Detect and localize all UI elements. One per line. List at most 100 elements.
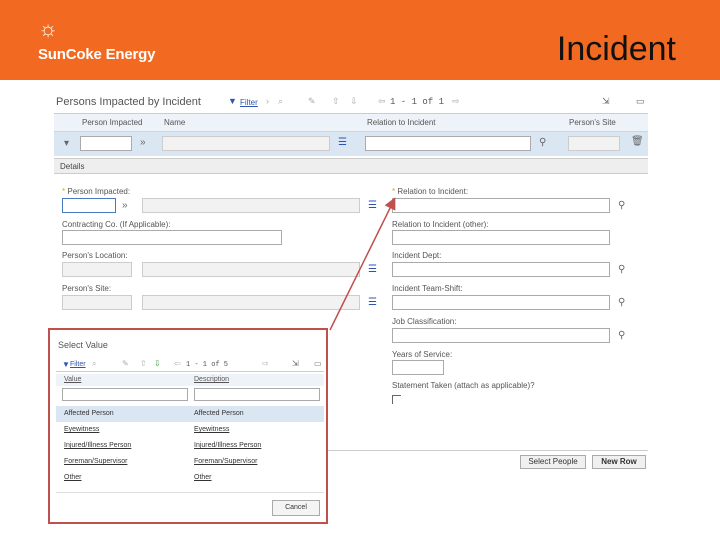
value-filter-input[interactable] <box>62 388 188 401</box>
list-item[interactable]: Other Other <box>56 470 324 486</box>
person-impacted-cell[interactable] <box>80 136 132 151</box>
relation-input[interactable] <box>392 198 610 213</box>
edit-icon[interactable]: ✎ <box>308 96 316 107</box>
relation-other-input[interactable] <box>392 230 610 245</box>
job-classification-label: Job Classification: <box>392 317 457 326</box>
next-page-icon[interactable]: ⇨ <box>262 359 269 368</box>
row-value[interactable]: Eyewitness <box>64 426 99 433</box>
statement-taken-checkbox[interactable] <box>392 395 401 404</box>
double-chevron-icon[interactable]: » <box>140 137 146 149</box>
window-icon[interactable]: ▭ <box>636 96 645 107</box>
details-bar: Details <box>54 158 648 174</box>
statement-taken-label: Statement Taken (attach as applicable)? <box>392 381 535 390</box>
section-header: Persons Impacted by Incident ▼ Filter › … <box>54 88 648 114</box>
arrow-down-icon[interactable]: ⇩ <box>350 96 358 107</box>
name-cell <box>162 136 330 151</box>
persons-location-code <box>62 262 132 277</box>
dialog-filter-row <box>56 386 324 404</box>
details-label: Details <box>60 162 85 171</box>
years-of-service-input[interactable] <box>392 360 444 375</box>
brand-name: SunCoke Energy <box>38 46 156 63</box>
filter-icon[interactable]: ▼ <box>62 360 70 369</box>
list-item[interactable]: Eyewitness Eyewitness <box>56 422 324 438</box>
row-description: Eyewitness <box>194 426 230 433</box>
persons-site-code <box>62 295 132 310</box>
grid-row: ▾ » ☰ ⚲ 🗑 <box>54 132 648 156</box>
section-title: Persons Impacted by Incident <box>56 96 201 108</box>
column-value[interactable]: Value <box>64 376 81 383</box>
slide-title: Incident <box>556 30 676 68</box>
list-item[interactable]: Affected Person Affected Person <box>56 406 324 422</box>
lookup-icon[interactable]: ⚲ <box>618 297 625 309</box>
row-description: Affected Person <box>194 410 244 417</box>
zoom-icon[interactable]: ⌕ <box>92 359 96 369</box>
dialog-grid-header: Value Description <box>56 374 324 386</box>
relation-label: * Relation to Incident: <box>392 187 469 196</box>
previous-page-icon[interactable]: ⇦ <box>174 359 181 368</box>
job-classification-input[interactable] <box>392 328 610 343</box>
lookup-icon[interactable]: ⚲ <box>618 330 625 342</box>
row-value[interactable]: Affected Person <box>64 410 114 417</box>
select-people-button[interactable]: Select People <box>520 455 586 469</box>
lookup-icon[interactable]: ⚲ <box>618 264 625 276</box>
contracting-co-label: Contracting Co. (If Applicable): <box>62 220 171 229</box>
zoom-icon[interactable]: ⌕ <box>278 96 283 107</box>
export-icon[interactable]: ⇲ <box>602 96 610 107</box>
filter-link[interactable]: Filter <box>240 98 258 107</box>
filter-icon[interactable]: ▼ <box>228 96 237 106</box>
new-row-button[interactable]: New Row <box>592 455 646 469</box>
sun-icon: ☼ <box>38 16 59 41</box>
window-icon[interactable]: ▭ <box>314 359 322 368</box>
row-value[interactable]: Foreman/Supervisor <box>64 458 127 465</box>
list-item[interactable]: Foreman/Supervisor Foreman/Supervisor <box>56 454 324 470</box>
dialog-toolbar: ▼ Filter ⌕ ✎ ⇧ ⇩ ⇦ 1 - 1 of 5 ⇨ ⇲ ▭ <box>56 358 324 372</box>
years-of-service-label: Years of Service: <box>392 350 453 359</box>
previous-page-icon[interactable]: ⇦ <box>378 96 386 107</box>
list-item[interactable]: Injured/Illness Person Injured/Illness P… <box>56 438 324 454</box>
person-impacted-label: * Person Impacted: <box>62 187 131 196</box>
next-page-icon[interactable]: ⇨ <box>452 96 460 107</box>
edit-icon[interactable]: ✎ <box>122 359 129 368</box>
column-persons-site[interactable]: Person's Site <box>569 118 616 127</box>
row-description: Foreman/Supervisor <box>194 458 258 465</box>
contracting-co-input[interactable] <box>62 230 282 245</box>
arrow-up-icon[interactable]: ⇧ <box>140 359 147 368</box>
divider <box>56 492 324 493</box>
person-impacted-input[interactable] <box>62 198 116 213</box>
incident-dept-label: Incident Dept: <box>392 251 442 260</box>
relation-cell[interactable] <box>365 136 531 151</box>
chevron-right-icon[interactable]: › <box>266 96 269 106</box>
incident-dept-input[interactable] <box>392 262 610 277</box>
trash-icon[interactable]: 🗑 <box>631 136 644 148</box>
expand-icon[interactable]: ▾ <box>64 138 69 150</box>
persons-location-label: Person's Location: <box>62 251 128 260</box>
column-relation[interactable]: Relation to Incident <box>367 118 436 127</box>
select-list-icon[interactable]: ☰ <box>368 297 377 309</box>
export-icon[interactable]: ⇲ <box>292 359 299 368</box>
dialog-filter-link[interactable]: Filter <box>70 361 86 368</box>
double-chevron-icon[interactable]: » <box>122 200 128 212</box>
persons-site-field <box>142 295 360 310</box>
slide-header: ☼ SunCoke Energy Incident <box>0 0 720 80</box>
select-list-icon[interactable]: ☰ <box>338 137 347 149</box>
row-value[interactable]: Other <box>64 474 82 481</box>
company-logo: ☼ SunCoke Energy <box>36 16 186 66</box>
select-list-icon[interactable]: ☰ <box>368 200 377 212</box>
cancel-button[interactable]: Cancel <box>272 500 320 516</box>
column-name[interactable]: Name <box>164 118 185 127</box>
select-list-icon[interactable]: ☰ <box>368 264 377 276</box>
select-value-dialog: Select Value ▼ Filter ⌕ ✎ ⇧ ⇩ ⇦ 1 - 1 of… <box>48 328 328 524</box>
column-person-impacted[interactable]: Person Impacted <box>82 118 142 127</box>
incident-team-shift-input[interactable] <box>392 295 610 310</box>
arrow-up-icon[interactable]: ⇧ <box>332 96 340 107</box>
persons-site-label: Person's Site: <box>62 284 112 293</box>
dialog-title: Select Value <box>58 340 108 350</box>
lookup-icon[interactable]: ⚲ <box>539 137 546 149</box>
persons-location-field <box>142 262 360 277</box>
description-filter-input[interactable] <box>194 388 320 401</box>
row-value[interactable]: Injured/Illness Person <box>64 442 131 449</box>
pager-text: 1 - 1 of 1 <box>390 97 445 107</box>
arrow-down-icon[interactable]: ⇩ <box>154 359 161 368</box>
lookup-icon[interactable]: ⚲ <box>618 200 625 212</box>
column-description[interactable]: Description <box>194 376 229 383</box>
